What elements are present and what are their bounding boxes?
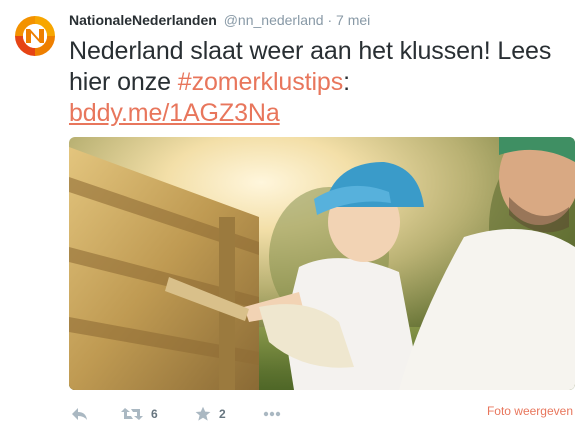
author-name[interactable]: NationaleNederlanden xyxy=(69,12,217,28)
favorite-count: 2 xyxy=(219,407,226,421)
more-dots-icon xyxy=(263,411,281,417)
more-button[interactable] xyxy=(263,402,281,425)
tweet-text: Nederland slaat weer aan het klussen! Le… xyxy=(69,36,579,129)
tweet-header: NationaleNederlanden @nn_nederland · 7 m… xyxy=(69,10,579,30)
hashtag-link[interactable]: #zomerklustips xyxy=(178,68,343,96)
tweet-actions: 6 2 Foto weergeven xyxy=(69,402,579,425)
star-icon xyxy=(195,406,211,421)
tweet-timestamp[interactable]: 7 mei xyxy=(336,12,370,28)
view-photo-link[interactable]: Foto weergeven xyxy=(487,404,573,418)
reply-icon xyxy=(72,408,87,420)
retweet-icon xyxy=(121,408,143,420)
retweet-count: 6 xyxy=(151,407,158,421)
author-handle[interactable]: @nn_nederland xyxy=(224,12,324,28)
tweet-photo[interactable] xyxy=(69,137,575,390)
reply-button[interactable] xyxy=(71,402,89,425)
avatar[interactable] xyxy=(11,12,59,60)
retweet-button[interactable]: 6 xyxy=(121,402,158,425)
url-link[interactable]: bddy.me/1AGZ3Na xyxy=(69,99,280,127)
tweet-text-tail: : xyxy=(343,68,350,96)
favorite-button[interactable]: 2 xyxy=(195,402,226,425)
separator-dot: · xyxy=(327,12,333,28)
nn-logo-icon xyxy=(14,15,56,57)
tweet-content: NationaleNederlanden @nn_nederland · 7 m… xyxy=(69,10,579,421)
photo-image xyxy=(69,137,575,390)
